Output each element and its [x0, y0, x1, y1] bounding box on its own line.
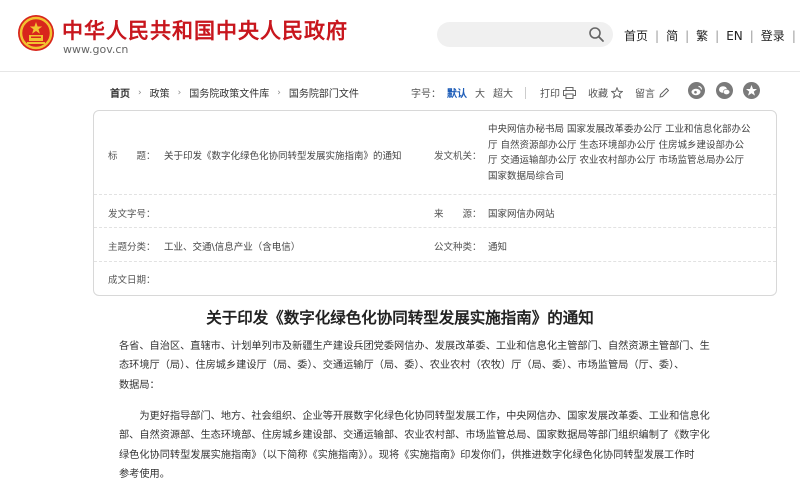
article-paragraph: 各省、自治区、直辖市、计划单列市及新疆生产建设兵团党委网信办、发展改革委、工业和… — [119, 337, 759, 395]
paragraph-line: 绿色化协同转型发展实施指南》（以下简称《实施指南》）。现将《实施指南》印发你们，… — [119, 449, 695, 461]
breadcrumb-arrow-icon: › — [277, 87, 281, 98]
info-row-divider — [94, 194, 776, 196]
search-icon[interactable] — [588, 26, 605, 43]
issuer-value: 中央网信办秘书局 国家发展改革委办公厅 工业和信息化部办公 厅 自然资源部办公厅… — [488, 122, 760, 185]
breadcrumb: 首页 › 政策 › 国务院政策文件库 › 国务院部门文件 — [110, 85, 359, 101]
source-label: 来 源： — [434, 209, 482, 220]
breadcrumb-home[interactable]: 首页 — [110, 85, 130, 100]
font-size-extra-large[interactable]: 超大 — [493, 85, 513, 100]
paragraph-line: 态环境厅（局）、住房城乡建设厅（局、委）、交通运输厅（局、委）、农业农村（农牧）… — [119, 360, 685, 372]
info-row-divider — [94, 261, 776, 263]
font-size-default[interactable]: 默认 — [447, 85, 467, 100]
comment-button[interactable]: 留言 — [635, 85, 670, 100]
nav-separator: | — [685, 28, 690, 43]
breadcrumb-arrow-icon: › — [177, 87, 182, 98]
nav-separator: | — [791, 28, 796, 43]
printer-icon — [563, 86, 576, 99]
paragraph-line: 为更好指导部门、地方、社会组织、企业等开展数字化绿色化协同转型发展工作，中央网信… — [119, 411, 710, 422]
national-emblem-icon[interactable] — [17, 14, 55, 52]
breadcrumb-state-council-library[interactable]: 国务院政策文件库 — [189, 85, 269, 100]
category-label: 主题分类： — [108, 242, 156, 253]
nav-simplified-link[interactable]: 简 — [666, 27, 678, 44]
doc-type-label: 公文种类： — [434, 242, 482, 253]
nav-separator: | — [749, 28, 754, 43]
paragraph-line: 部、自然资源部、生态环境部、住房城乡建设部、交通运输部、农业农村部、市场监管总局… — [119, 430, 710, 442]
print-button[interactable]: 打印 — [540, 85, 576, 100]
issuer-line: 中央网信办秘书局 国家发展改革委办公厅 工业和信息化部办公 — [488, 124, 751, 135]
category-value: 工业、交通\信息产业（含电信） — [164, 242, 301, 253]
font-size-large[interactable]: 大 — [475, 85, 485, 100]
search-input[interactable] — [449, 26, 593, 45]
pencil-icon — [659, 87, 670, 98]
paragraph-line: 各省、自治区、直辖市、计划单列市及新疆生产建设兵团党委网信办、发展改革委、工业和… — [119, 341, 710, 352]
comment-label: 留言 — [635, 89, 655, 100]
wechat-share-button[interactable] — [716, 82, 733, 99]
date-label: 成文日期： — [108, 275, 156, 286]
issuer-label: 发文机关： — [434, 151, 482, 162]
toolbar-divider — [525, 86, 526, 99]
nav-separator: | — [715, 28, 720, 43]
nav-login-link[interactable]: 登录 — [761, 27, 785, 44]
star-icon — [611, 86, 623, 99]
more-share-icon — [746, 85, 757, 96]
favorite-label: 收藏 — [588, 89, 608, 100]
doc-type-value: 通知 — [488, 242, 508, 253]
paragraph-line: 参考使用。 — [119, 469, 170, 481]
header-divider — [0, 71, 800, 72]
top-nav: 首页 | 简 | 繁 | EN | 登录 | 邮箱 — [624, 27, 800, 44]
weibo-icon — [691, 85, 703, 96]
print-label: 打印 — [540, 89, 560, 100]
nav-traditional-link[interactable]: 繁 — [696, 27, 708, 44]
search-box — [437, 22, 613, 47]
title-label: 标 题： — [108, 151, 156, 162]
wechat-icon — [719, 86, 731, 96]
nav-home-link[interactable]: 首页 — [624, 27, 648, 44]
site-header: 中华人民共和国中央人民政府 www.gov.cn 首页 | 简 | 繁 | EN… — [0, 0, 800, 71]
nav-english-link[interactable]: EN — [726, 29, 743, 43]
issuer-line: 厅 自然资源部办公厅 生态环境部办公厅 住房城乡建设部办公 — [488, 139, 745, 151]
favorite-button[interactable]: 收藏 — [588, 85, 623, 100]
doc-number-label: 发文字号： — [108, 209, 156, 220]
more-share-button[interactable] — [743, 82, 760, 99]
weibo-share-button[interactable] — [688, 82, 705, 99]
breadcrumb-arrow-icon: › — [138, 87, 142, 98]
title-value: 关于印发《数字化绿色化协同转型发展实施指南》的通知 — [164, 151, 402, 162]
issuer-line: 国家数据局综合司 — [488, 171, 565, 183]
issuer-line: 厅 交通运输部办公厅 农业农村部办公厅 市场监管总局办公厅 — [488, 155, 745, 167]
article-toolbar: 字号： 默认 大 超大 打印 收藏 留言 — [411, 85, 682, 100]
info-row-divider — [94, 227, 776, 229]
font-size-label: 字号： — [411, 89, 441, 100]
breadcrumb-policy[interactable]: 政策 — [150, 85, 170, 100]
document-info-table: 标 题： 关于印发《数字化绿色化协同转型发展实施指南》的通知 发文机关： 中央网… — [93, 110, 777, 296]
article-title: 关于印发《数字化绿色化协同转型发展实施指南》的通知 — [206, 308, 594, 327]
article-paragraph: 为更好指导部门、地方、社会组织、企业等开展数字化绿色化协同转型发展工作，中央网信… — [119, 407, 759, 485]
source-value: 国家网信办网站 — [488, 209, 555, 220]
site-title[interactable]: 中华人民共和国中央人民政府 — [62, 15, 348, 45]
breadcrumb-department-docs[interactable]: 国务院部门文件 — [289, 85, 359, 100]
site-url: www.gov.cn — [63, 43, 129, 56]
nav-separator: | — [655, 28, 660, 43]
paragraph-line: 数据局： — [119, 379, 160, 391]
